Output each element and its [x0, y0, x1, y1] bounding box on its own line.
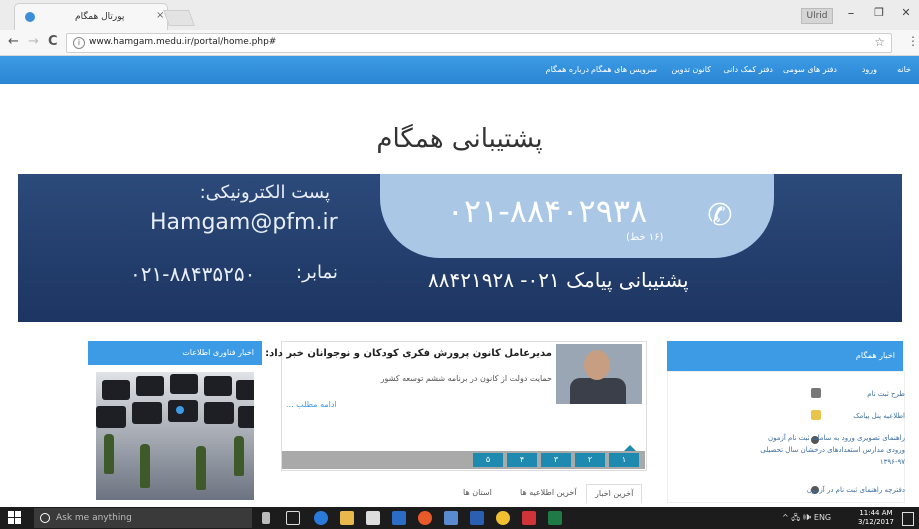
favicon-icon [25, 12, 35, 22]
pager-button-2[interactable]: ۲ [575, 453, 605, 467]
site-nav: خانه ورود دفتر های سومی دفتر کمک دانی کا… [0, 56, 919, 84]
nav-link-help-desk[interactable]: دفتر کمک دانی [723, 65, 773, 74]
email-label: پست الکترونیکی: [199, 182, 330, 203]
clock-date: 3/12/2017 [858, 518, 894, 526]
news-item-guide[interactable]: راهنمای تصویری ورود به سامانه ثبت نام آز… [755, 432, 905, 468]
back-button[interactable]: ← [8, 34, 19, 49]
firefox-icon[interactable] [418, 511, 432, 525]
excel-icon[interactable] [548, 511, 562, 525]
reload-button[interactable]: C [48, 34, 58, 49]
pager-button-5[interactable]: ۵ [473, 453, 503, 467]
app-icon[interactable] [444, 511, 458, 525]
sms-support: پشتیبانی پیامک ۰۲۱- ۸۸۴۲۱۹۲۸ [428, 268, 689, 292]
minimize-button[interactable]: – [842, 6, 860, 21]
tab-latest-news[interactable]: آخرین اخبار [586, 484, 643, 503]
support-phone: ۰۲۱-۸۸۴۰۲۹۳۸ [446, 192, 648, 230]
user-profile-button[interactable]: Ulrid [801, 8, 833, 24]
pager-button-1[interactable]: ۱ [609, 453, 639, 467]
info-icon[interactable]: i [73, 37, 85, 49]
pager-button-3[interactable]: ۳ [541, 453, 571, 467]
news-image[interactable] [556, 344, 642, 404]
maximize-button[interactable]: ❐ [870, 6, 888, 19]
tab-title: پورتال همگام [75, 12, 125, 22]
tab-provinces[interactable]: استان ها [455, 484, 500, 502]
news-pager: ۱ ۲ ۳ ۴ ۵ [282, 451, 645, 469]
fax-label: نمابر: [296, 262, 338, 283]
powerpoint-icon[interactable] [522, 511, 536, 525]
windows-start-icon[interactable] [8, 511, 22, 525]
search-icon [40, 513, 50, 523]
nav-link-compilation[interactable]: کانون تدوین [671, 65, 711, 74]
hamgam-news-title: اخبار همگام [855, 351, 895, 360]
forward-button[interactable]: → [28, 34, 39, 49]
browser-menu-icon[interactable]: ⋮ [907, 34, 919, 48]
bookmark-star-icon[interactable]: ☆ [874, 35, 885, 49]
phone-lines-note: (۱۶ خط) [626, 232, 664, 243]
nav-link-login[interactable]: ورود [862, 65, 877, 74]
page-title: پشتیبانی همگام [376, 124, 543, 154]
nav-link-offices[interactable]: دفتر های سومی [783, 65, 837, 74]
news-item-booklet[interactable]: دفترچه راهنمای ثبت نام در آزمون [755, 484, 905, 496]
nav-link-services[interactable]: سرویس های همگام [591, 65, 657, 74]
hamgam-news-header: اخبار همگام [667, 341, 903, 371]
it-news-title: اخبار فناوری اطلاعات [182, 348, 254, 357]
new-tab-button[interactable] [163, 10, 195, 26]
chrome-icon[interactable] [496, 511, 510, 525]
notifications-icon[interactable] [902, 512, 914, 526]
news-summary: حمایت دولت از کانون در برنامه ششم توسعه … [380, 374, 552, 383]
close-window-button[interactable]: ✕ [897, 6, 915, 19]
email-address: Hamgam@pfm.ir [150, 210, 338, 235]
clock[interactable]: 11:44 AM 3/12/2017 [858, 509, 894, 527]
word-icon[interactable] [470, 511, 484, 525]
news-headline[interactable]: مدیرعامل کانون پرورش فکری کودکان و نوجوا… [265, 348, 552, 359]
app-icon[interactable] [392, 511, 406, 525]
url-bar[interactable]: i www.hamgam.medu.ir/portal/home.php# ☆ [66, 33, 892, 53]
pager-button-4[interactable]: ۴ [507, 453, 537, 467]
taskbar-search[interactable]: Ask me anything [34, 508, 252, 528]
system-tray[interactable]: ^ 🖧 🕪 ENG [782, 512, 831, 526]
browser-tab[interactable]: پورتال همگام × [14, 3, 168, 31]
it-news-header: اخبار فناوری اطلاعات [88, 341, 262, 365]
clock-time: 11:44 AM [859, 509, 893, 517]
url-text: www.hamgam.medu.ir/portal/home.php# [89, 37, 277, 47]
task-view-icon[interactable] [286, 511, 300, 525]
news-item-registration[interactable]: طرح ثبت نام [755, 388, 905, 400]
file-explorer-icon[interactable] [340, 511, 354, 525]
nav-link-home[interactable]: خانه [897, 65, 911, 74]
nav-link-about[interactable]: درباره همگام [546, 65, 589, 74]
it-news-image[interactable] [96, 372, 254, 500]
search-placeholder: Ask me anything [56, 513, 132, 523]
news-item-sms-panel[interactable]: اطلاعیه پنل پیامک [755, 410, 905, 422]
store-icon[interactable] [366, 511, 380, 525]
edge-icon[interactable] [314, 511, 328, 525]
phone-icon: ✆ [707, 198, 733, 233]
read-more-link[interactable]: ادامه مطلب ... [286, 400, 337, 409]
microphone-icon[interactable] [262, 512, 270, 524]
tab-latest-announcements[interactable]: آخرین اطلاعیه ها [512, 484, 584, 502]
